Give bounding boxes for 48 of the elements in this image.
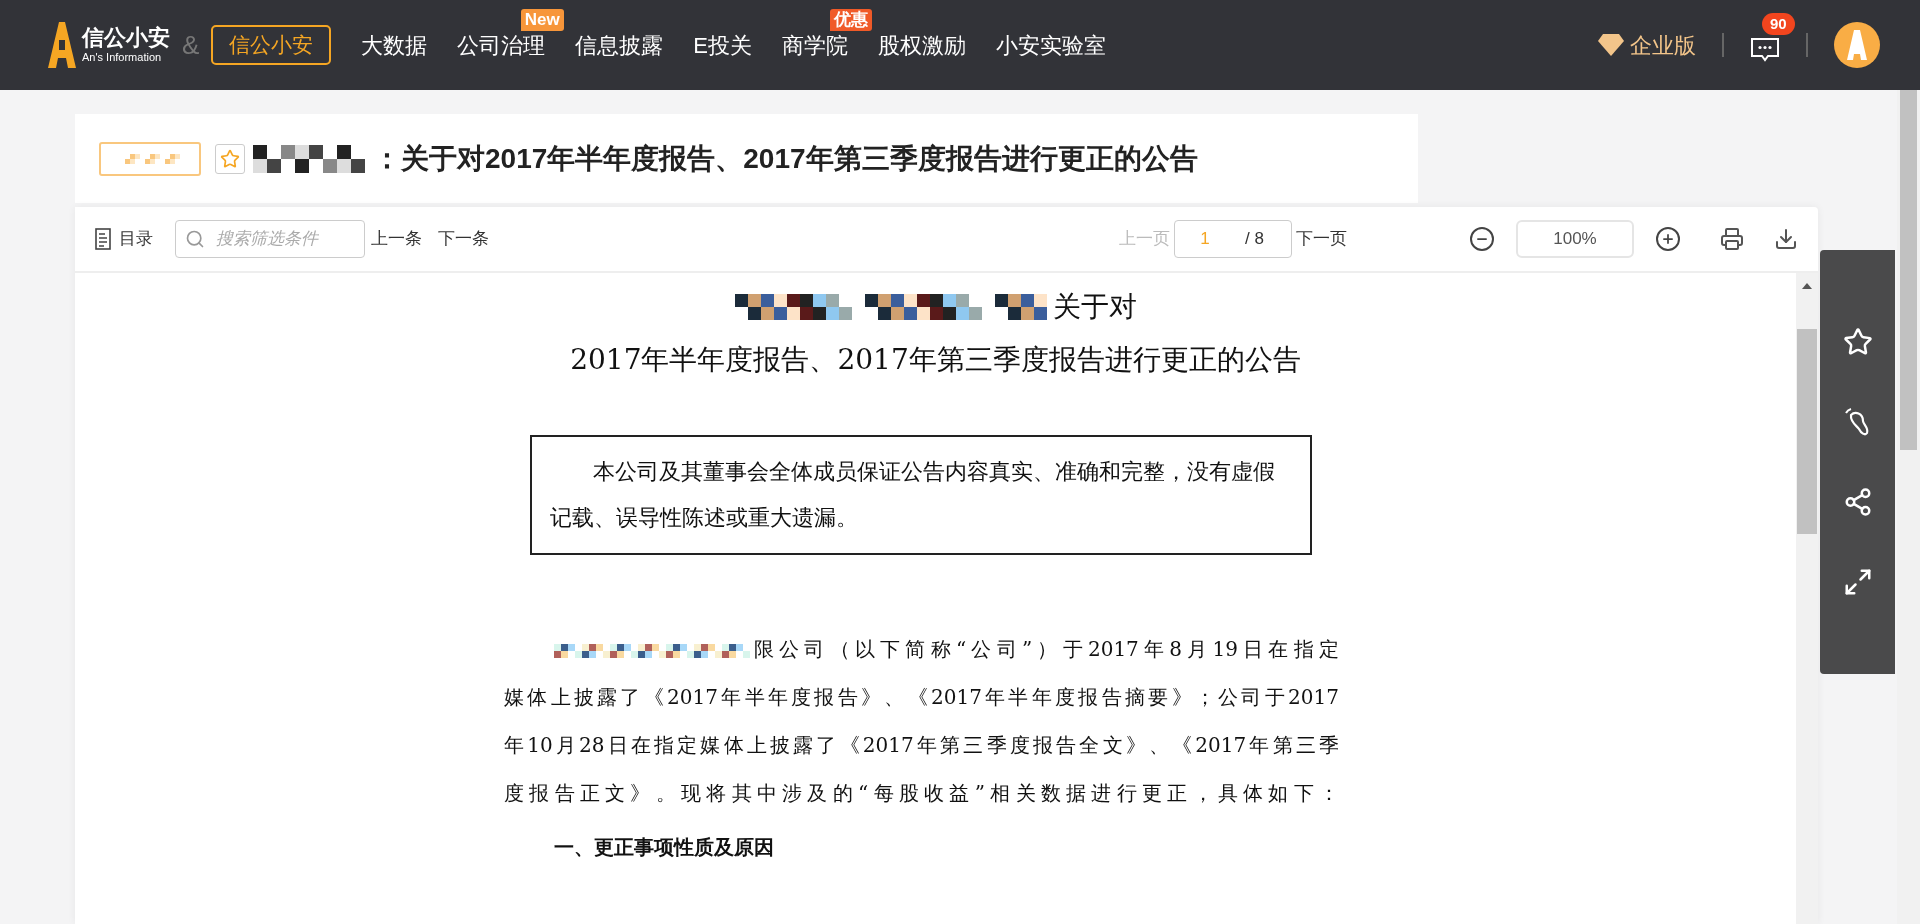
- logo-name: 信公小安: [82, 27, 170, 49]
- zoom-out-button[interactable]: [1470, 227, 1494, 251]
- paragraph-line: 限公司（以下简称“公司”）于2017年8月19日在指定: [754, 636, 1339, 663]
- nav-badge: New: [520, 8, 564, 31]
- next-page-button[interactable]: 下一页: [1296, 226, 1347, 252]
- download-button[interactable]: [1774, 227, 1798, 251]
- nav-link[interactable]: 公司治理: [457, 32, 546, 58]
- search-field[interactable]: 搜索筛选条件: [175, 220, 365, 258]
- contents-button[interactable]: 目录: [95, 226, 153, 252]
- page-number: 1: [1199, 228, 1211, 251]
- favorite-icon[interactable]: [1842, 327, 1873, 357]
- message-count-badge: 90: [1762, 13, 1795, 35]
- zoom-field[interactable]: 100%: [1516, 220, 1634, 258]
- plus-icon: [1661, 232, 1675, 246]
- paragraph-line: 媒体上披露了《2017年半年度报告》、《2017年半年度报告摘要》；公司于2017: [504, 684, 1339, 711]
- nav-link[interactable]: 大数据: [361, 32, 428, 58]
- document-list-icon: [95, 228, 111, 250]
- enterprise-link[interactable]: 企业版: [1630, 28, 1696, 62]
- nav-badge: 优惠: [829, 8, 872, 31]
- nav-link[interactable]: E投关: [693, 32, 753, 58]
- previous-item-button[interactable]: 上一条: [371, 226, 422, 252]
- scroll-up-icon[interactable]: [1802, 283, 1812, 289]
- nav-link[interactable]: 小安实验室: [996, 32, 1107, 58]
- page-total: / 8: [1245, 228, 1264, 251]
- document-title: ：关于对2017年半年度报告、2017年第三季度报告进行更正的公告: [373, 141, 1198, 176]
- paragraph-line: 年10月28日在指定媒体上披露了《2017年第三季度报告全文》、《2017年第三季: [504, 732, 1339, 759]
- viewer-scrollbar[interactable]: [1796, 273, 1818, 924]
- page-number-field[interactable]: 1 / 8: [1174, 220, 1292, 258]
- page-scrollbar[interactable]: [1897, 90, 1920, 924]
- notice-text: 本公司及其董事会全体成员保证公告内容真实、准确和完整，没有虚假记载、误导性陈述或重大遗漏。: [549, 458, 1276, 532]
- print-button[interactable]: [1720, 227, 1744, 251]
- diamond-icon: [1598, 34, 1624, 56]
- avatar-icon[interactable]: [1834, 22, 1880, 68]
- ampersand: &: [182, 28, 200, 62]
- paragraph-line: 度报告正文》。现将其中涉及的“每股收益”相关数据进行更正，具体如下：: [504, 780, 1339, 807]
- nav-link[interactable]: 信息披露: [575, 32, 664, 58]
- nav-link[interactable]: 商学院: [782, 32, 849, 58]
- logo-subtitle: An's Information: [82, 52, 163, 63]
- document-heading: 关于对: [1052, 289, 1137, 325]
- nav-link[interactable]: 股权激励: [878, 32, 967, 58]
- search-icon: [185, 229, 205, 249]
- document-heading: 2017年半年度报告、2017年第三季度报告进行更正的公告: [570, 342, 1301, 378]
- zoom-in-button[interactable]: [1656, 227, 1680, 251]
- logo-icon: [48, 22, 76, 68]
- next-item-button[interactable]: 下一条: [438, 226, 489, 252]
- section-heading: 一、更正事项性质及原因: [554, 834, 775, 861]
- message-icon[interactable]: [1750, 37, 1780, 63]
- partner-button[interactable]: 信公小安: [211, 25, 332, 65]
